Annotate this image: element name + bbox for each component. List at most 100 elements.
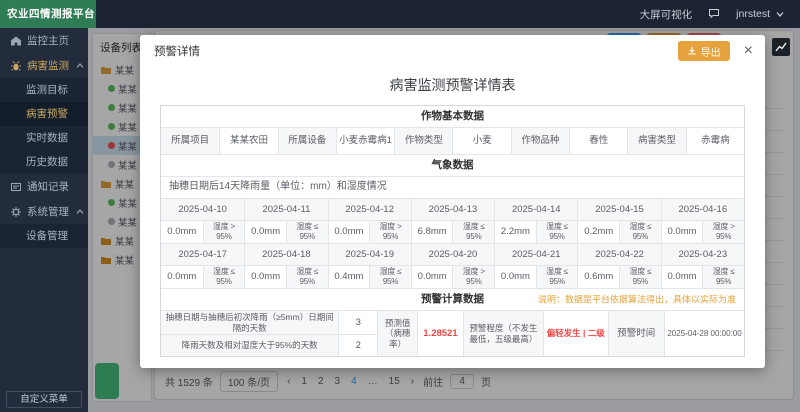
rain-cell: 0.0mm — [494, 266, 536, 288]
big-screen-link[interactable]: 大屏可视化 — [640, 7, 693, 22]
sidebar-item-label: 病害监测 — [27, 58, 69, 73]
rain-cell: 0.0mm — [244, 266, 286, 288]
rain-cell: 0.0mm — [411, 266, 453, 288]
pest-icon — [10, 60, 22, 72]
humidity-cell: 湿度 > 95% — [452, 266, 494, 288]
download-icon — [687, 46, 697, 56]
table-row: 作物基本数据 — [161, 106, 744, 127]
date-cell: 2025-04-11 — [244, 199, 327, 220]
table-row: 抽穗日期与抽穗后初次降雨（≥5mm）日期间隔的天数 3 降雨天数及相对湿度大于9… — [161, 310, 744, 356]
date-cell: 2025-04-13 — [411, 199, 494, 220]
section-header: 预警计算数据 说明：数据是平台依据算法得出，具体以实际为准 — [161, 289, 744, 310]
topbar-actions: 大屏可视化 jnrstest — [640, 7, 800, 22]
date-cell: 2025-04-22 — [577, 244, 660, 265]
sidebar-item-device-manage[interactable]: 设备管理 — [0, 224, 88, 248]
table-row: 0.0mm 湿度 > 95% 0.0mm 湿度 ≤ 95% 0.0mm 湿度 >… — [161, 220, 744, 243]
rain-cell: 2.2mm — [494, 221, 536, 243]
chevron-down-icon — [774, 8, 786, 20]
sidebar-item-monitor-target[interactable]: 监测目标 — [0, 78, 88, 102]
rain-cell: 0.0mm — [661, 221, 703, 243]
calc-value-cell: 2 — [338, 335, 377, 356]
sidebar-item-label: 通知记录 — [27, 179, 69, 194]
warning-level-value: 偏轻发生 | 二级 — [543, 311, 608, 356]
humidity-cell: 湿度 > 95% — [203, 221, 245, 243]
section-header: 作物基本数据 — [161, 106, 744, 127]
warning-time-value: 2025-04-28 00:00:00 — [664, 311, 744, 356]
sidebar-item-disease-warning[interactable]: 病害预警 — [0, 102, 88, 126]
sidebar-item-disease-monitor[interactable]: 病害监测 — [0, 53, 88, 78]
sidebar-item-label: 监控主页 — [27, 33, 69, 48]
table-row: 0.0mm 湿度 ≤ 95% 0.0mm 湿度 ≤ 95% 0.4mm 湿度 ≤… — [161, 265, 744, 288]
humidity-cell: 湿度 ≤ 95% — [619, 266, 661, 288]
sidebar-item-home[interactable]: 监控主页 — [0, 28, 88, 53]
modal-header: 预警详情 导出 × — [140, 35, 765, 67]
rain-cell: 0.2mm — [577, 221, 619, 243]
humidity-cell: 湿度 ≤ 95% — [369, 266, 411, 288]
prediction-value: 1.28521 — [417, 311, 463, 356]
sidebar-item-realtime-data[interactable]: 实时数据 — [0, 126, 88, 150]
app-root: 农业四情测报平台 大屏可视化 jnrstest 监控主页 病害监测 监测目标 病… — [0, 0, 800, 412]
rain-cell: 0.6mm — [577, 266, 619, 288]
crop-value-cell: 春性 — [569, 128, 627, 154]
section-header: 气象数据 — [161, 155, 744, 176]
date-cell: 2025-04-14 — [494, 199, 577, 220]
crop-label-cell: 作物品种 — [511, 128, 569, 154]
date-cell: 2025-04-19 — [328, 244, 411, 265]
table-row: 抽穗日期后14天降雨量（单位：mm）和湿度情况 — [161, 176, 744, 198]
rain-cell: 0.0mm — [161, 266, 203, 288]
date-cell: 2025-04-21 — [494, 244, 577, 265]
date-cell: 2025-04-10 — [161, 199, 244, 220]
date-cell: 2025-04-17 — [161, 244, 244, 265]
home-icon — [10, 35, 22, 47]
warning-level-label: 预警程度（不发生最低，五级最高） — [463, 311, 543, 356]
message-icon[interactable] — [708, 7, 720, 22]
table-row: 所属项目 某某农田 所属设备 小麦赤霉病1 作物类型 小麦 作物品种 春性 病害… — [161, 127, 744, 154]
chevron-up-icon — [74, 60, 86, 72]
table-row: 2025-04-17 2025-04-18 2025-04-19 2025-04… — [161, 243, 744, 265]
floating-widget[interactable] — [95, 363, 119, 399]
rain-cell: 0.0mm — [244, 221, 286, 243]
trend-line-icon — [775, 41, 787, 53]
crop-label-cell: 所属设备 — [278, 128, 336, 154]
calc-note: 说明：数据是平台依据算法得出，具体以实际为准 — [538, 294, 736, 305]
close-icon[interactable]: × — [744, 43, 753, 59]
calc-row: 降雨天数及相对湿度大于95%的天数 2 — [161, 334, 377, 356]
humidity-cell: 湿度 ≤ 95% — [536, 266, 578, 288]
modal-title: 预警详情 — [154, 43, 200, 59]
chevron-up-icon — [74, 206, 86, 218]
user-menu[interactable]: jnrstest — [736, 8, 786, 20]
custom-menu-button[interactable]: 自定义菜单 — [6, 391, 82, 408]
weather-subtitle: 抽穗日期后14天降雨量（单位：mm）和湿度情况 — [161, 177, 744, 198]
rain-cell: 6.8mm — [411, 221, 453, 243]
sidebar-item-system-manage[interactable]: 系统管理 — [0, 199, 88, 224]
crop-value-cell: 某某农田 — [219, 128, 277, 154]
calc-left-column: 抽穗日期与抽穗后初次降雨（≥5mm）日期间隔的天数 3 降雨天数及相对湿度大于9… — [161, 311, 377, 356]
trend-chart-widget[interactable] — [772, 38, 790, 56]
crop-value-cell: 赤霉病 — [686, 128, 744, 154]
sidebar-item-label: 系统管理 — [27, 204, 69, 219]
table-row: 2025-04-10 2025-04-11 2025-04-12 2025-04… — [161, 198, 744, 220]
prediction-label: 预测值（病穗率） — [377, 311, 417, 356]
rain-cell: 0.0mm — [161, 221, 203, 243]
calc-label-cell: 降雨天数及相对湿度大于95%的天数 — [161, 335, 338, 356]
humidity-cell: 湿度 ≤ 95% — [286, 221, 328, 243]
humidity-cell: 湿度 ≤ 95% — [203, 266, 245, 288]
crop-label-cell: 病害类型 — [627, 128, 685, 154]
calc-value-cell: 3 — [338, 311, 377, 334]
calc-label-cell: 抽穗日期与抽穗后初次降雨（≥5mm）日期间隔的天数 — [161, 311, 338, 334]
crop-value-cell: 小麦赤霉病1 — [336, 128, 394, 154]
sidebar-item-notice-records[interactable]: 通知记录 — [0, 174, 88, 199]
humidity-cell: 湿度 ≤ 95% — [702, 266, 744, 288]
date-cell: 2025-04-15 — [577, 199, 660, 220]
date-cell: 2025-04-16 — [661, 199, 744, 220]
date-cell: 2025-04-12 — [328, 199, 411, 220]
modal-body: 病害监测预警详情表 作物基本数据 所属项目 某某农田 所属设备 小麦赤霉病1 作… — [140, 67, 765, 357]
humidity-cell: 湿度 > 95% — [702, 221, 744, 243]
notice-icon — [10, 181, 22, 193]
export-button[interactable]: 导出 — [678, 41, 730, 61]
table-row: 预警计算数据 说明：数据是平台依据算法得出，具体以实际为准 — [161, 288, 744, 310]
section-title: 预警计算数据 — [421, 293, 484, 306]
sidebar-nav: 监控主页 病害监测 监测目标 病害预警 实时数据 历史数据 通知记录 系统管理 … — [0, 28, 88, 412]
sidebar-item-history-data[interactable]: 历史数据 — [0, 150, 88, 174]
crop-label-cell: 所属项目 — [161, 128, 219, 154]
